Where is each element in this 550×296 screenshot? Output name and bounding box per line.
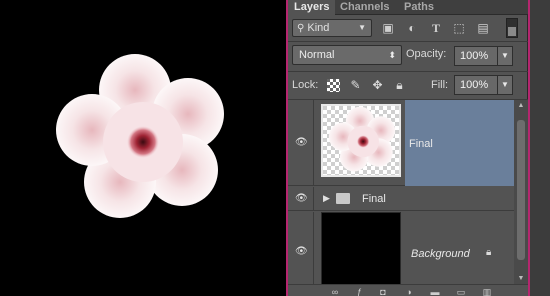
visibility-column: 👁︎ (288, 212, 314, 287)
type-icon[interactable]: T (429, 21, 443, 35)
fill-label: Fill: (431, 79, 449, 91)
chevron-down-icon: ▼ (358, 23, 366, 32)
tab-layers[interactable]: Layers (288, 0, 336, 16)
visibility-column: 👁︎ (288, 187, 314, 210)
filter-kind-label: Kind (307, 22, 330, 34)
eye-icon[interactable]: 👁︎ (295, 194, 308, 204)
opacity-dropdown-button[interactable]: ▼ (497, 46, 513, 66)
layer-name[interactable]: Final (362, 193, 386, 205)
folder-icon[interactable]: ▬ (430, 288, 440, 296)
layers-list: 👁︎ Final 👁︎ ▶ Final 👁︎ Background 🔒︎ (288, 100, 514, 290)
layer-thumbnail (321, 104, 401, 177)
fx-icon[interactable]: ƒ (354, 288, 364, 296)
flower-center (127, 126, 159, 158)
shape-icon[interactable]: ⬚ (452, 21, 466, 35)
chevron-updown-icon: ⬍ (388, 50, 396, 60)
layer-name[interactable]: Background (411, 248, 470, 260)
folder-icon (336, 193, 350, 204)
eye-icon[interactable]: 👁︎ (295, 247, 308, 257)
flower-artwork (56, 54, 224, 218)
scrollbar-thumb[interactable] (517, 120, 525, 260)
mask-icon[interactable]: ◘ (378, 288, 388, 296)
layers-panel: Layers Channels Paths ⚲ Kind ▼ ▣ ◐ T ⬚ ▤… (288, 0, 528, 296)
blend-row: Normal ⬍ Opacity: 100% ▼ (288, 42, 528, 70)
layer-row-background[interactable]: 👁︎ Background 🔒︎ (288, 212, 514, 288)
layer-thumbnail (321, 212, 401, 285)
lock-move-icon[interactable]: ✥ (371, 79, 384, 92)
trash-icon[interactable]: ▥ (482, 288, 492, 296)
right-dock (528, 0, 550, 296)
fill-dropdown-button[interactable]: ▼ (497, 75, 513, 95)
filter-toggle[interactable] (506, 18, 518, 38)
eye-icon[interactable]: 👁︎ (295, 138, 308, 148)
layers-scrollbar[interactable]: ▲ ▼ (514, 100, 528, 284)
search-icon: ⚲ (297, 23, 305, 34)
link-icon[interactable]: ∞ (330, 288, 340, 296)
lock-transparent-icon[interactable] (327, 79, 340, 92)
layer-row-final[interactable]: 👁︎ Final (288, 100, 514, 186)
filter-kind-select[interactable]: ⚲ Kind ▼ (292, 19, 372, 37)
opacity-label: Opacity: (406, 48, 447, 60)
document-canvas[interactable] (0, 0, 286, 296)
adjustment-icon[interactable]: ◐ (405, 21, 419, 35)
panel-tabs: Layers Channels Paths (288, 0, 528, 16)
filter-row: ⚲ Kind ▼ ▣ ◐ T ⬚ ▤ (288, 16, 528, 40)
blend-mode-value: Normal (299, 49, 335, 61)
expand-triangle-icon[interactable]: ▶ (323, 193, 330, 204)
image-icon[interactable]: ▣ (381, 21, 395, 35)
tab-channels[interactable]: Channels (334, 0, 396, 15)
flower-thumbnail (328, 106, 396, 172)
layer-row-group-final[interactable]: 👁︎ ▶ Final (288, 187, 514, 211)
smart-object-icon[interactable]: ▤ (476, 21, 490, 35)
lock-label: Lock: (292, 79, 319, 91)
scroll-up-icon[interactable]: ▲ (516, 102, 526, 109)
tab-paths[interactable]: Paths (398, 0, 440, 15)
panel-footer: ∞ ƒ ◘ ◑ ▬ ▭ ▥ (288, 284, 528, 296)
opacity-input[interactable]: 100% (454, 46, 498, 66)
lock-all-icon[interactable]: 🔒︎ (393, 79, 406, 92)
layer-name[interactable]: Final (409, 138, 433, 150)
scroll-down-icon[interactable]: ▼ (516, 275, 526, 282)
blend-mode-select[interactable]: Normal ⬍ (292, 45, 402, 65)
adjustment-layer-icon[interactable]: ◑ (404, 288, 414, 296)
lock-row: Lock: ✎ ✥ 🔒︎ Fill: 100% ▼ (288, 72, 528, 99)
fill-input[interactable]: 100% (454, 75, 498, 95)
toggle-nub (508, 27, 516, 36)
lock-icon: 🔒︎ (486, 247, 492, 258)
dock-border (528, 0, 530, 296)
visibility-column: 👁︎ (288, 100, 314, 185)
new-layer-icon[interactable]: ▭ (456, 288, 466, 296)
lock-paint-icon[interactable]: ✎ (349, 79, 362, 92)
